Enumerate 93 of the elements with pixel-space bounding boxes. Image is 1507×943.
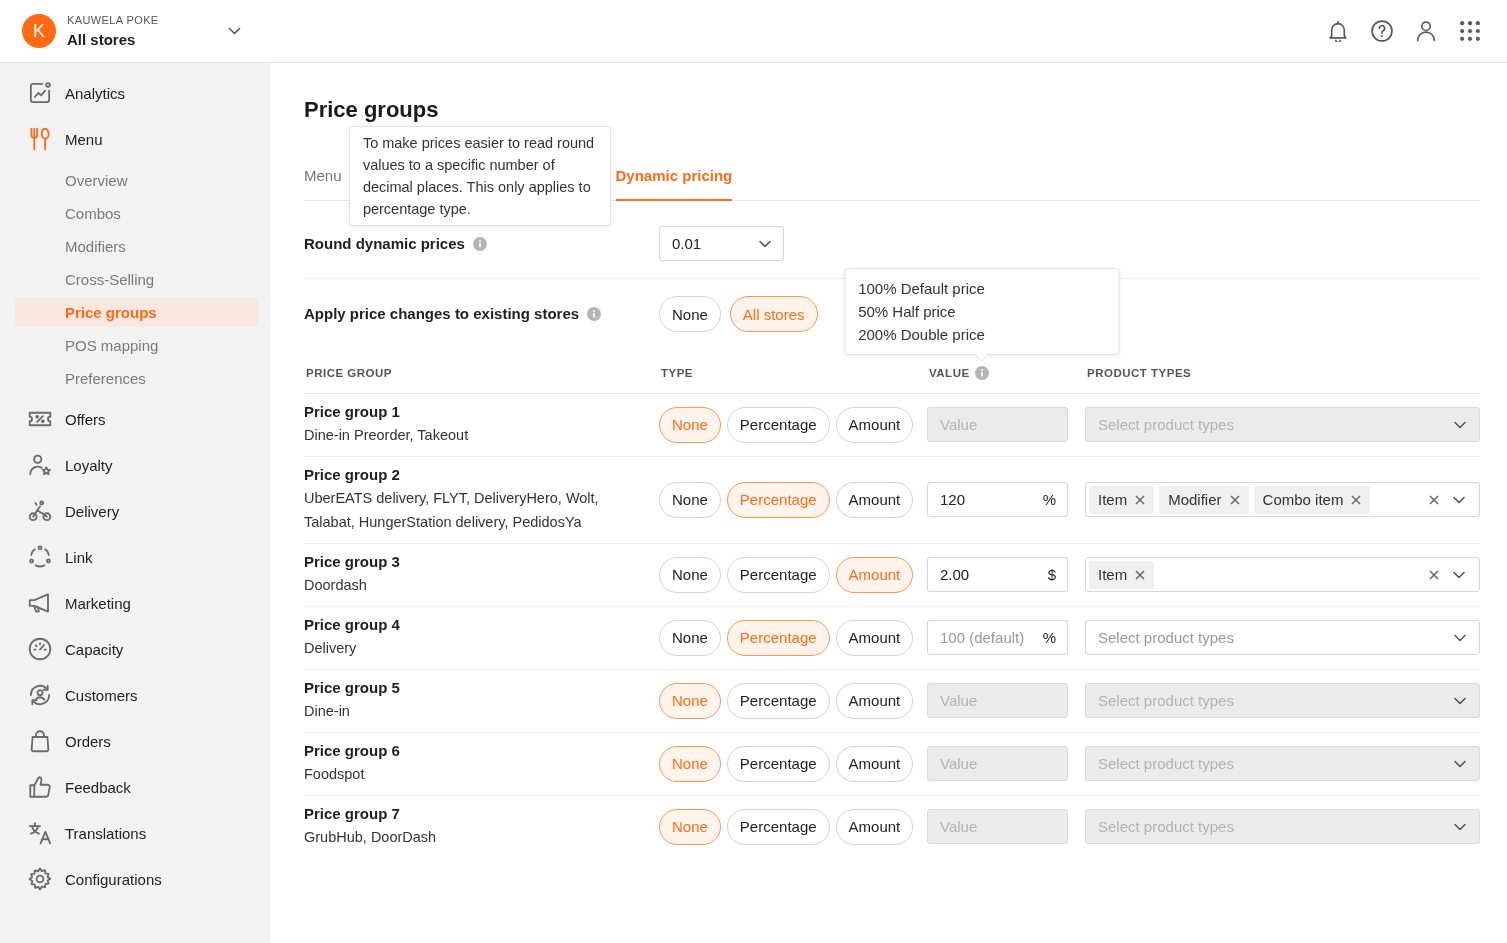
unit-suffix: % [1042,490,1056,509]
product-types-select[interactable]: Select product types [1085,620,1480,655]
type-option[interactable]: None [659,556,721,593]
tag-label: Item [1098,491,1128,508]
type-option[interactable]: Amount [835,682,914,719]
help-icon[interactable] [1371,20,1393,42]
store-name: All stores [67,30,137,49]
price-group-name: Price group 7 [304,804,400,824]
chevron-down-icon [759,239,771,248]
chevron-down-icon[interactable] [1454,696,1466,705]
nav-item[interactable]: Customers [15,672,258,718]
type-option[interactable]: Amount [835,619,914,656]
type-option[interactable]: None [659,481,721,518]
tag-label: Combo item [1262,491,1344,508]
type-option[interactable]: None [659,619,721,656]
nav-item[interactable]: Loyalty [15,442,258,488]
product-types-select[interactable]: Item Modifier Combo item [1085,482,1480,517]
nav-subitem[interactable]: POS mapping [15,330,258,360]
nav-item[interactable]: Marketing [15,580,258,626]
chevron-down-icon[interactable] [1453,495,1465,504]
column-header: PRICE GROUP [306,366,392,381]
clear-icon[interactable] [1429,569,1439,580]
price-group-name: Price group 3 [304,552,400,572]
tooltip-text: To make prices easier to read round values to a specific number of decimal places. This only applies to percentage type. [362,133,596,219]
tooltip-line: 50% Half price [858,302,956,322]
channel-list: Delivery [304,636,357,660]
type-option[interactable]: Percentage [726,406,830,443]
unit-suffix: % [1042,628,1056,647]
type-option[interactable]: Amount [835,481,914,518]
channel-list: Doordash [304,573,367,597]
column-header: VALUE [929,366,970,381]
price-group-name: Price group 6 [304,741,400,761]
apps-grid-icon[interactable] [1459,20,1481,42]
nav-subitem[interactable]: Modifiers [15,231,258,261]
tab[interactable]: Menu [304,166,342,201]
type-option[interactable]: Percentage [726,808,830,845]
unit-suffix: $ [1047,565,1056,584]
chevron-down-icon[interactable] [1454,822,1466,831]
option-pill[interactable]: None [659,296,721,332]
channel-list: UberEATS delivery, FLYT, DeliveryHero, Wolt, Talabat, HungerStation delivery, PedidosYa [304,486,616,534]
tag-label: Modifier [1168,491,1222,508]
remove-icon[interactable] [1135,494,1146,505]
nav-item[interactable]: Link [15,534,258,580]
setting-label: Apply price changes to existing stores [304,304,580,324]
remove-icon[interactable] [1351,494,1362,505]
type-option[interactable]: Amount [835,808,914,845]
tag-label: Item [1098,566,1128,583]
chevron-down-icon[interactable] [228,27,241,35]
tooltip-line: 100% Default price [858,279,985,299]
nav-item[interactable]: Analytics [15,70,258,116]
nav-item[interactable]: Delivery [15,488,258,534]
page-title: Price groups [304,97,440,123]
nav-item[interactable]: Translations [15,810,258,856]
column-header: TYPE [661,366,694,381]
nav-subitem[interactable]: Combos [15,198,258,228]
nav-subitem[interactable]: Preferences [15,363,258,393]
user-icon[interactable] [1415,20,1437,42]
type-option[interactable]: Amount [835,406,914,443]
setting-label: Round dynamic prices [304,233,465,254]
nav-item[interactable]: Configurations [15,856,258,902]
chevron-down-icon[interactable] [1453,570,1465,579]
price-group-name: Price group 1 [304,402,400,422]
store-avatar: K [22,14,56,48]
chevron-down-icon[interactable] [1454,633,1466,642]
tooltip-line: 200% Double price [858,325,985,345]
brand-name: KAUWELA POKE [67,13,159,27]
channel-list: Dine-in [304,699,350,723]
nav-subitem[interactable]: Cross-Selling [15,264,258,294]
nav-item[interactable]: Orders [15,718,258,764]
type-option[interactable]: Percentage [726,682,830,719]
channel-list: GrubHub, DoorDash [304,825,437,849]
chevron-down-icon[interactable] [1454,759,1466,768]
price-group-name: Price group 4 [304,615,400,635]
chevron-down-icon[interactable] [1454,420,1466,429]
nav-item[interactable]: Feedback [15,764,258,810]
rounding-select[interactable]: 0.01 [659,226,784,261]
bell-icon[interactable] [1327,20,1349,42]
price-group-name: Price group 5 [304,678,400,698]
product-types-select[interactable]: Item [1085,557,1480,592]
column-header: PRODUCT TYPES [1087,366,1192,381]
nav-item[interactable]: Offers [15,396,258,442]
nav-subitem[interactable]: Overview [15,165,258,195]
channel-list: Dine-in Preorder, Takeout [304,423,469,447]
remove-icon[interactable] [1229,494,1240,505]
remove-icon[interactable] [1135,569,1146,580]
price-group-name: Price group 2 [304,465,400,485]
channel-list: Foodspot [304,762,365,786]
type-option[interactable]: Percentage [726,745,830,782]
type-option[interactable]: Percentage [726,556,830,593]
clear-icon[interactable] [1429,494,1439,505]
nav-item[interactable]: Menu [15,116,258,162]
type-option[interactable]: Amount [835,745,914,782]
nav-item[interactable]: Capacity [15,626,258,672]
